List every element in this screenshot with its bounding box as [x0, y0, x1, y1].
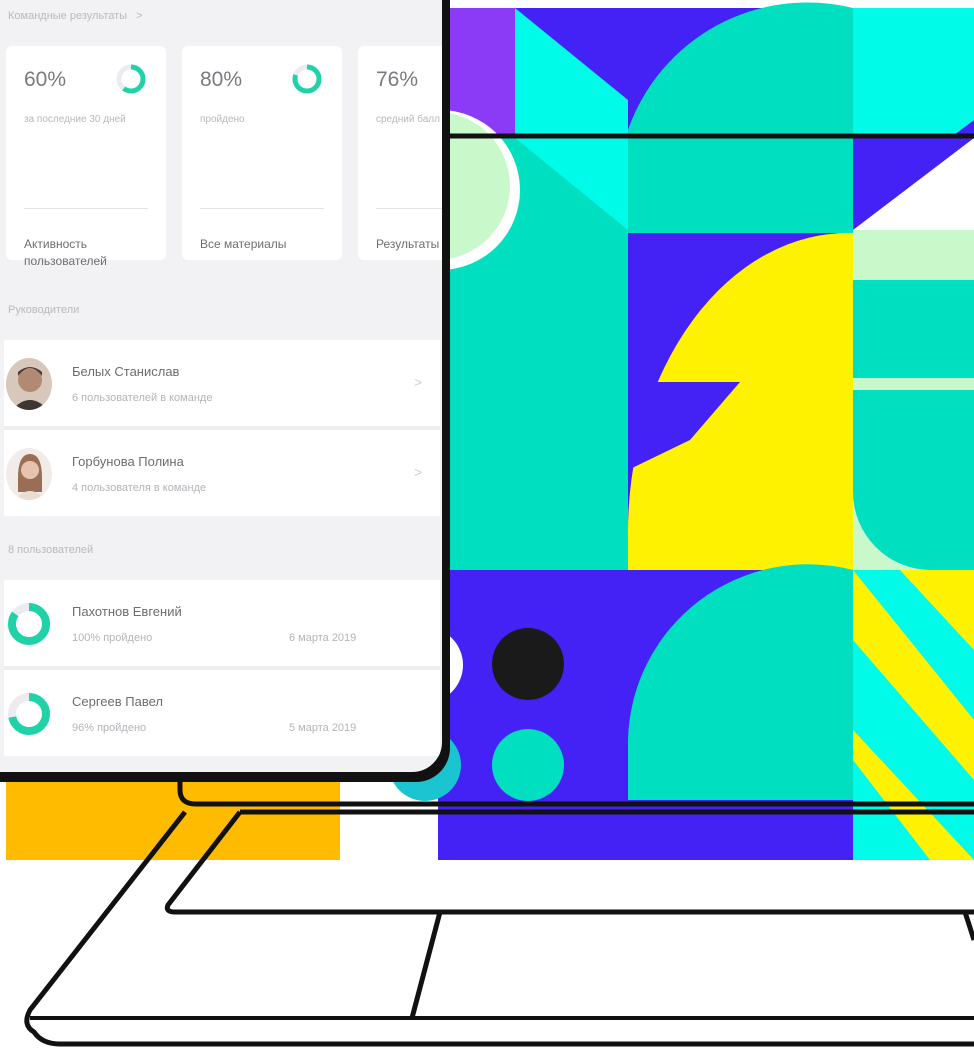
- users-section-title: 8 пользователей: [8, 544, 94, 556]
- stat-percent: 80%: [200, 68, 243, 91]
- user-date: 5 марта 2019: [289, 722, 357, 734]
- user-name: Пахотнов Евгений: [72, 604, 182, 619]
- manager-team-size: 6 пользователей в команде: [72, 392, 213, 404]
- managers-section-title: Руководители: [8, 304, 80, 316]
- user-date: 6 марта 2019: [289, 632, 357, 644]
- progress-ring-icon: [116, 64, 146, 94]
- stat-percent: 60%: [24, 68, 67, 91]
- card-divider: [376, 208, 442, 209]
- manager-name: Горбунова Полина: [72, 454, 184, 469]
- stat-caption: Результаты тестов: [376, 237, 442, 251]
- stat-subtitle: за последние 30 дней: [24, 114, 126, 125]
- stat-subtitle: средний балл: [376, 114, 440, 125]
- manager-row[interactable]: Белых Станислав 6 пользователей в команд…: [4, 340, 440, 426]
- user-progress-text: 96% пройдено: [72, 722, 147, 734]
- stat-subtitle: пройдено: [200, 114, 245, 125]
- stat-card-materials[interactable]: 80% пройдено Все материалы: [182, 46, 342, 260]
- manager-row[interactable]: Горбунова Полина 4 пользователя в команд…: [4, 430, 440, 516]
- progress-ring-icon: [8, 603, 50, 645]
- phone-mockup: Командные результаты > 60% за последние …: [0, 0, 446, 776]
- chevron-right-icon: >: [136, 10, 143, 22]
- progress-ring-icon: [292, 64, 322, 94]
- avatar: [6, 448, 52, 500]
- user-name: Сергеев Павел: [72, 694, 163, 709]
- user-row[interactable]: Сергеев Павел 96% пройдено 5 марта 2019: [4, 670, 440, 756]
- stat-caption: Все материалы: [200, 237, 287, 251]
- manager-team-size: 4 пользователя в команде: [72, 482, 207, 494]
- avatar: [6, 358, 52, 410]
- user-row[interactable]: Пахотнов Евгений 100% пройдено 6 марта 2…: [4, 580, 440, 666]
- stat-card-tests[interactable]: 76% средний балл Результаты тестов: [358, 46, 442, 260]
- card-divider: [200, 208, 324, 209]
- manager-name: Белых Станислав: [72, 364, 180, 379]
- chevron-right-icon: >: [414, 464, 423, 480]
- chevron-right-icon: >: [414, 374, 423, 390]
- stat-caption: Активность пользователей: [24, 237, 107, 268]
- team-results-title: Командные результаты: [8, 10, 128, 22]
- monitor-screen-art: [360, 2, 974, 860]
- stat-percent: 76%: [376, 68, 419, 91]
- stat-card-activity[interactable]: 60% за последние 30 дней Активность поль…: [6, 46, 166, 268]
- user-progress-text: 100% пройдено: [72, 632, 153, 644]
- progress-ring-icon: [8, 693, 50, 735]
- app-screen: Командные результаты > 60% за последние …: [4, 4, 442, 772]
- touchpad-outline: [409, 911, 974, 1019]
- card-divider: [24, 208, 148, 209]
- team-results-header[interactable]: Командные результаты >: [8, 10, 143, 22]
